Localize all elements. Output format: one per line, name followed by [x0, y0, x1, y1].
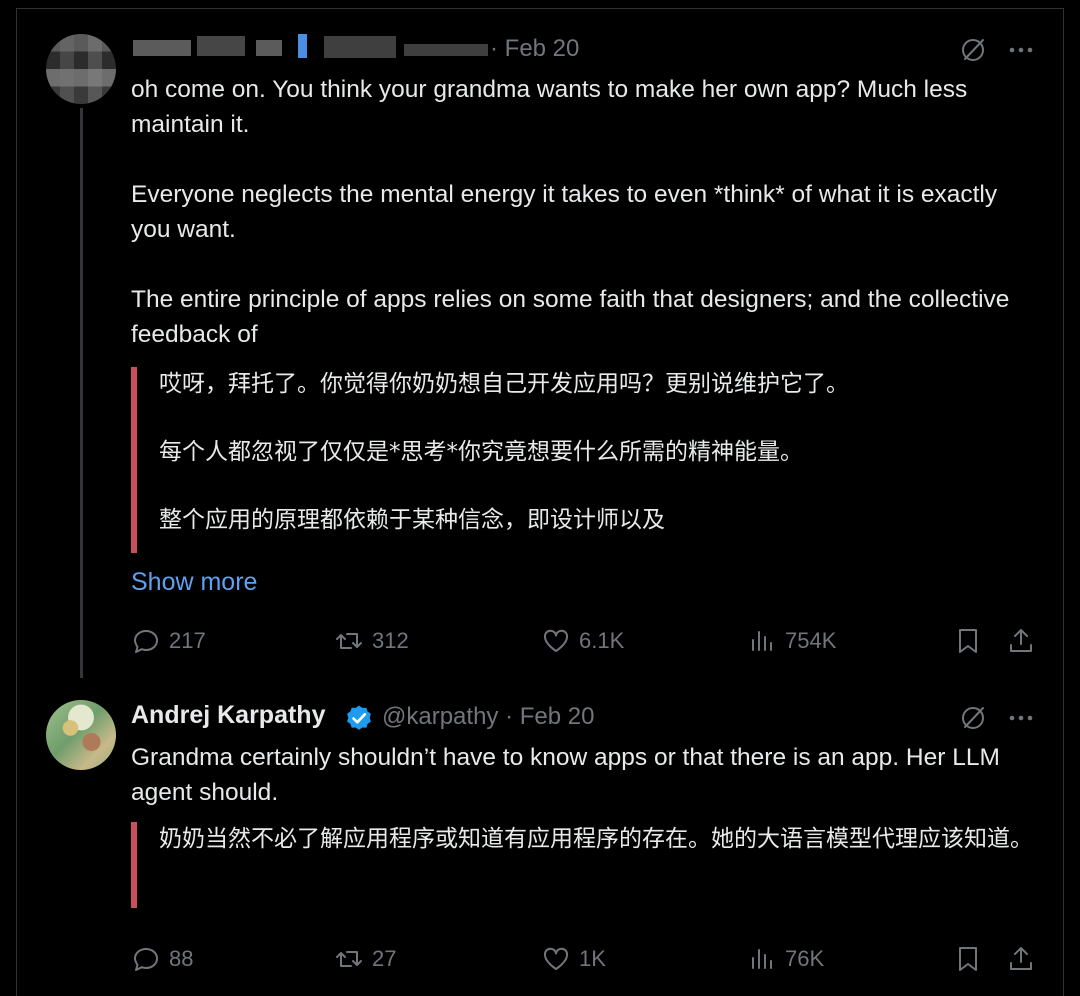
translation-paragraph: 奶奶当然不必了解应用程序或知道有应用程序的存在。她的大语言模型代理应该知道。 [159, 826, 1033, 852]
redacted-name-block [256, 40, 282, 56]
translation-block: 哎呀，拜托了。你觉得你奶奶想自己开发应用吗？更别说维护它了。 每个人都忽视了仅仅… [131, 367, 1021, 553]
share-upload-icon[interactable] [1006, 626, 1036, 656]
verified-badge-icon [347, 705, 371, 730]
thread-connector-line [80, 108, 83, 678]
bookmark-icon[interactable] [953, 626, 983, 656]
tweet-body: oh come on. You think your grandma wants… [131, 72, 1021, 352]
reply-bubble-icon [134, 630, 158, 653]
tweet-paragraph: Everyone neglects the mental energy it t… [131, 181, 998, 243]
reply-button[interactable]: 88 [131, 944, 193, 974]
views-count: 754K [785, 628, 837, 653]
tweet-date[interactable]: · Feb 20 [490, 35, 579, 63]
translation-paragraph: 每个人都忽视了仅仅是*思考*你究竟想要什么所需的精神能量。 [159, 439, 803, 465]
reply-count: 88 [169, 946, 194, 971]
tweet-paragraph: oh come on. You think your grandma wants… [131, 76, 968, 138]
more-dots-icon[interactable] [1006, 704, 1036, 732]
views-bar-chart-icon [752, 631, 772, 651]
redacted-handle-block [324, 36, 396, 58]
repost-arrows-icon [336, 633, 362, 649]
heart-icon [543, 947, 569, 970]
avatar[interactable] [46, 700, 116, 770]
author-name[interactable]: Andrej Karpathy [131, 701, 325, 730]
repost-arrows-icon [336, 951, 362, 967]
translation-paragraph: 哎呀，拜托了。你觉得你奶奶想自己开发应用吗？更别说维护它了。 [159, 371, 849, 397]
repost-button[interactable]: 312 [334, 626, 409, 656]
repost-count: 312 [372, 628, 409, 653]
views-button[interactable]: 754K [747, 626, 836, 656]
reply-bubble-icon [134, 948, 158, 971]
reply-count: 217 [169, 628, 206, 653]
like-count: 1K [579, 946, 606, 971]
grok-slash-circle-icon[interactable] [957, 34, 989, 66]
bookmark-icon[interactable] [953, 944, 983, 974]
redacted-name-block [133, 40, 191, 56]
repost-button[interactable]: 27 [334, 944, 396, 974]
author-handle-date[interactable]: @karpathy · Feb 20 [382, 703, 594, 731]
tweet-paragraph: Grandma certainly shouldn’t have to know… [131, 744, 1000, 806]
views-button[interactable]: 76K [747, 944, 824, 974]
tweet-paragraph: The entire principle of apps relies on s… [131, 286, 1010, 348]
more-dots-icon[interactable] [1006, 36, 1036, 64]
share-upload-icon[interactable] [1006, 944, 1036, 974]
reply-button[interactable]: 217 [131, 626, 206, 656]
like-button[interactable]: 6.1K [541, 626, 624, 656]
redacted-verified-badge [298, 34, 307, 58]
translation-paragraph: 整个应用的原理都依赖于某种信念，即设计师以及 [159, 507, 665, 533]
avatar-blurred[interactable] [46, 34, 116, 104]
redacted-name-block [197, 36, 245, 56]
like-count: 6.1K [579, 628, 625, 653]
views-count: 76K [785, 946, 825, 971]
grok-slash-circle-icon[interactable] [957, 702, 989, 734]
repost-count: 27 [372, 946, 397, 971]
show-more-link[interactable]: Show more [131, 568, 257, 597]
translation-block: 奶奶当然不必了解应用程序或知道有应用程序的存在。她的大语言模型代理应该知道。 [131, 822, 1036, 908]
like-button[interactable]: 1K [541, 944, 606, 974]
tweet-body: Grandma certainly shouldn’t have to know… [131, 740, 1021, 810]
views-bar-chart-icon [752, 949, 772, 969]
redacted-handle-block [404, 44, 488, 56]
heart-icon [543, 629, 569, 652]
